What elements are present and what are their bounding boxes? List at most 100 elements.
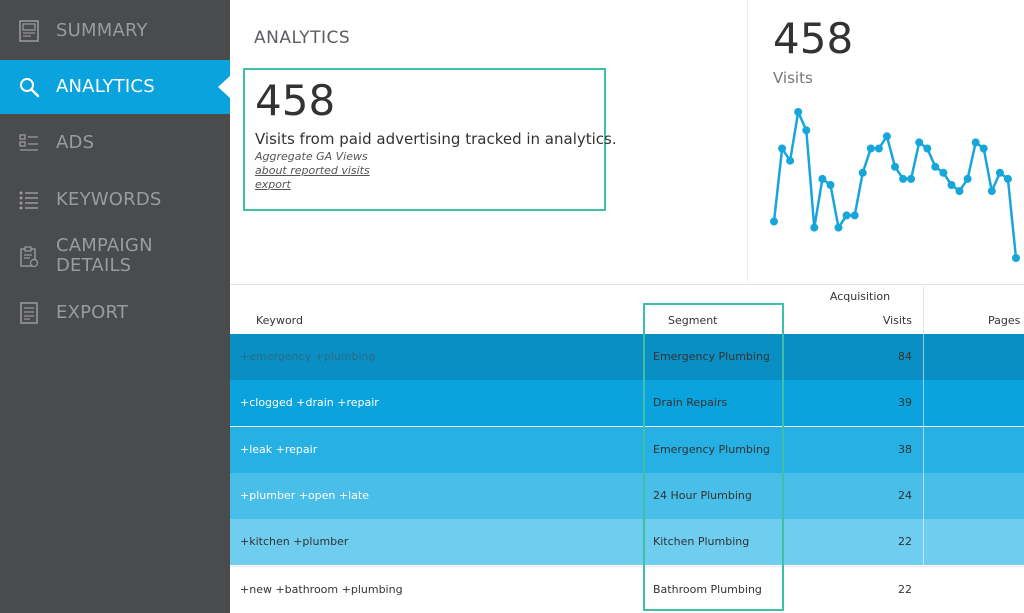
segment-cell: 24 Hour Plumbing bbox=[653, 488, 752, 502]
sparkline-point[interactable] bbox=[842, 211, 851, 220]
sparkline-point[interactable] bbox=[794, 108, 803, 116]
table-row[interactable]: +new +bathroom +plumbing Bathroom Plumbin… bbox=[230, 565, 1024, 613]
visits-column-header[interactable]: Visits bbox=[830, 314, 912, 327]
bulleted-list-icon bbox=[18, 189, 40, 211]
sparkline-point[interactable] bbox=[979, 144, 988, 153]
about-reported-visits-link[interactable]: about reported visits bbox=[255, 164, 370, 177]
sparkline-point[interactable] bbox=[955, 187, 964, 196]
sparkline-point[interactable] bbox=[987, 187, 996, 196]
column-divider bbox=[923, 334, 924, 380]
sparkline-point[interactable] bbox=[778, 144, 787, 153]
pages-column-header[interactable]: Pages bbox=[988, 314, 1020, 327]
sidebar-item-campaign-details[interactable]: CAMPAIGN DETAILS bbox=[0, 234, 230, 280]
visits-cell: 22 bbox=[898, 582, 912, 596]
segment-cell: Kitchen Plumbing bbox=[653, 535, 750, 549]
keyword-cell: +kitchen +plumber bbox=[240, 535, 349, 549]
sidebar-item-label: SUMMARY bbox=[56, 20, 148, 41]
column-divider bbox=[923, 286, 924, 334]
panel-divider bbox=[747, 0, 748, 285]
sparkline-series-line bbox=[772, 110, 1018, 259]
acquisition-group-header: Acquisition bbox=[829, 290, 891, 303]
sparkline-point[interactable] bbox=[866, 144, 875, 153]
sparkline-point[interactable] bbox=[770, 217, 778, 226]
table-row[interactable]: +emergency +plumbing Emergency Plumbing 84 bbox=[230, 334, 1024, 380]
sparkline-point[interactable] bbox=[826, 181, 835, 189]
keyword-table: Acquisition Keyword Segment Visits Pages… bbox=[230, 286, 1024, 613]
segment-cell: Bathroom Plumbing bbox=[653, 582, 762, 596]
sparkline-point[interactable] bbox=[858, 168, 867, 177]
sparkline-point[interactable] bbox=[834, 223, 843, 232]
sidebar-item-label: CAMPAIGN DETAILS bbox=[56, 235, 153, 276]
table-row[interactable]: +plumber +open +late 24 Hour Plumbing 24 bbox=[230, 472, 1024, 519]
sparkline-point[interactable] bbox=[802, 126, 811, 135]
sidebar-item-summary[interactable]: SUMMARY bbox=[0, 8, 230, 54]
column-divider bbox=[923, 566, 924, 613]
sparkline-point[interactable] bbox=[971, 138, 980, 147]
visits-cell: 24 bbox=[898, 488, 912, 502]
sparkline-point[interactable] bbox=[1003, 174, 1012, 183]
visits-cell: 84 bbox=[898, 350, 912, 363]
table-row[interactable]: +clogged +drain +repair Drain Repairs 39 bbox=[230, 380, 1024, 427]
keyword-cell: +leak +repair bbox=[240, 442, 318, 456]
sparkline-point[interactable] bbox=[915, 138, 924, 147]
sparkline-point[interactable] bbox=[931, 162, 940, 171]
clipboard-icon bbox=[18, 246, 40, 268]
sidebar-item-export[interactable]: EXPORT bbox=[0, 290, 230, 336]
keyword-column-header[interactable]: Keyword bbox=[256, 314, 303, 327]
sidebar-item-ads[interactable]: ADS bbox=[0, 120, 230, 166]
analytics-summary-panel: ANALYTICS 458 Visits from paid advertisi… bbox=[230, 0, 1024, 285]
column-divider bbox=[923, 519, 924, 566]
sparkline-point[interactable] bbox=[947, 181, 956, 189]
sparkline-point[interactable] bbox=[899, 174, 908, 183]
keyword-cell: +new +bathroom +plumbing bbox=[240, 582, 403, 596]
visits-description: Visits from paid advertising tracked in … bbox=[255, 130, 617, 148]
visits-cell: 39 bbox=[898, 396, 912, 410]
document-icon bbox=[18, 302, 40, 324]
sparkline-point[interactable] bbox=[810, 223, 819, 232]
visits-summary-card: 458 Visits from paid advertising tracked… bbox=[243, 68, 617, 211]
sparkline-point[interactable] bbox=[939, 168, 948, 177]
sidebar-item-label: EXPORT bbox=[56, 302, 129, 323]
table-row[interactable]: +leak +repair Emergency Plumbing 38 bbox=[230, 426, 1024, 473]
page-title: ANALYTICS bbox=[254, 28, 351, 48]
report-icon bbox=[18, 20, 40, 42]
sidebar-item-analytics[interactable]: ANALYTICS bbox=[0, 60, 230, 114]
column-divider bbox=[923, 426, 924, 473]
sidebar-item-keywords[interactable]: KEYWORDS bbox=[0, 177, 230, 223]
sidebar-item-label: ADS bbox=[56, 132, 95, 153]
visits-cell: 38 bbox=[898, 442, 912, 456]
sparkline-point[interactable] bbox=[874, 144, 883, 153]
keyword-cell: +plumber +open +late bbox=[240, 488, 369, 502]
segment-cell: Emergency Plumbing bbox=[653, 350, 770, 363]
sidebar-item-label: KEYWORDS bbox=[56, 189, 162, 210]
active-indicator bbox=[218, 76, 230, 98]
sparkline-point[interactable] bbox=[882, 132, 891, 141]
column-divider bbox=[923, 472, 924, 519]
visits-number: 458 bbox=[255, 76, 336, 125]
sparkline-point[interactable] bbox=[1012, 254, 1020, 262]
sidebar: SUMMARY ANALYTICS ADS KEYWORDS CAMPAIGN D… bbox=[0, 0, 230, 613]
segment-column-header[interactable]: Segment bbox=[668, 314, 718, 327]
column-divider bbox=[923, 380, 924, 427]
visits-cell: 22 bbox=[898, 535, 912, 549]
visits-sparkline-chart bbox=[770, 108, 1020, 262]
sparkline-point[interactable] bbox=[963, 174, 972, 183]
search-icon bbox=[18, 76, 40, 98]
segment-cell: Emergency Plumbing bbox=[653, 442, 770, 456]
sparkline-visits-number: 458 bbox=[773, 14, 854, 63]
table-row[interactable]: +kitchen +plumber Kitchen Plumbing 22 bbox=[230, 519, 1024, 566]
sparkline-point[interactable] bbox=[923, 144, 932, 153]
sparkline-point[interactable] bbox=[818, 174, 827, 183]
export-link[interactable]: export bbox=[255, 178, 291, 191]
sparkline-point[interactable] bbox=[891, 162, 899, 171]
aggregate-ga-views-label: Aggregate GA Views bbox=[255, 150, 368, 163]
segment-cell: Drain Repairs bbox=[653, 396, 728, 410]
keyword-cell: +clogged +drain +repair bbox=[240, 396, 379, 410]
list-icon bbox=[18, 132, 40, 154]
sparkline-visits-label: Visits bbox=[773, 69, 813, 87]
sparkline-point[interactable] bbox=[995, 168, 1004, 177]
sparkline-point[interactable] bbox=[786, 156, 795, 165]
sparkline-point[interactable] bbox=[907, 174, 916, 183]
sidebar-item-label: ANALYTICS bbox=[56, 76, 155, 97]
sparkline-point[interactable] bbox=[850, 211, 859, 220]
